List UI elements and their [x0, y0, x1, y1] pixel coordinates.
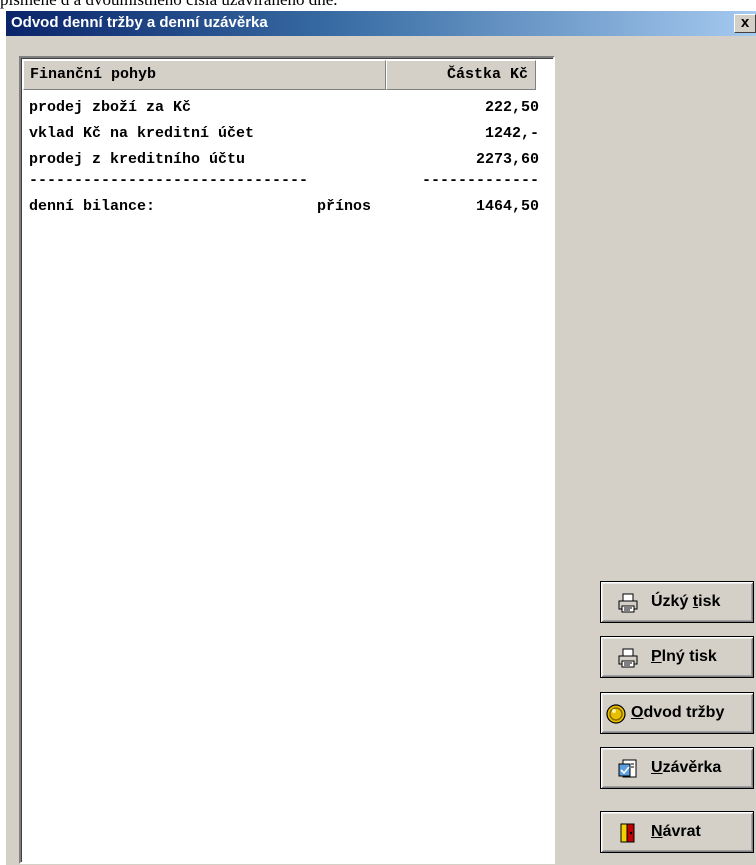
narrow-print-label: Úzký tisk	[651, 593, 721, 610]
return-button[interactable]: Návrat	[600, 811, 754, 853]
row-label: prodej z kreditního účtu	[29, 151, 246, 168]
dialog-window: Odvod denní tržby a denní uzávěrka x Fin…	[5, 10, 756, 865]
total-amount: 1464,50	[475, 198, 539, 215]
list-item[interactable]: prodej zboží za Kč 222,50	[29, 95, 549, 121]
document-icon	[617, 758, 639, 780]
financial-movements-list[interactable]: Finanční pohyb Částka Kč prodej zboží za…	[19, 56, 555, 864]
door-exit-icon	[617, 822, 639, 844]
narrow-print-button[interactable]: Úzký tisk	[600, 581, 754, 623]
row-label: vklad Kč na kreditní účet	[29, 125, 255, 142]
full-print-label: Plný tisk	[651, 648, 717, 665]
total-row[interactable]: denní bilance: přínos 1464,50	[29, 194, 549, 220]
list-rows: prodej zboží za Kč 222,50 vklad Kč na kr…	[29, 95, 549, 220]
row-label: prodej zboží za Kč	[29, 99, 192, 116]
row-amount: 2273,60	[475, 151, 539, 168]
row-amount: 1242,-	[484, 125, 539, 142]
printer-icon	[617, 647, 639, 669]
close-button[interactable]: x	[734, 14, 756, 33]
row-amount: 222,50	[484, 99, 539, 116]
separator-left: -------------------------------	[29, 172, 309, 189]
closing-button[interactable]: Uzávěrka	[600, 747, 754, 789]
coin-icon	[605, 703, 627, 725]
window-title: Odvod denní tržby a denní uzávěrka	[11, 14, 268, 31]
printer-icon	[617, 592, 639, 614]
list-item[interactable]: prodej z kreditního účtu 2273,60	[29, 147, 549, 173]
separator-right: -------------	[421, 172, 539, 189]
separator-row: ------------------------------- --------…	[29, 173, 549, 194]
return-label: Návrat	[651, 823, 701, 840]
title-bar[interactable]: Odvod denní tržby a denní uzávěrka x	[6, 11, 756, 36]
list-item[interactable]: vklad Kč na kreditní účet 1242,-	[29, 121, 549, 147]
total-note: přínos	[316, 198, 371, 215]
full-print-button[interactable]: Plný tisk	[600, 636, 754, 678]
column-header-movement[interactable]: Finanční pohyb	[23, 60, 386, 90]
closing-label: Uzávěrka	[651, 759, 722, 776]
total-label: denní bilance:	[29, 198, 156, 215]
column-header-amount[interactable]: Částka Kč	[386, 60, 536, 90]
revenue-transfer-button[interactable]: Odvod tržby	[600, 692, 754, 734]
list-header: Finanční pohyb Částka Kč	[23, 60, 553, 90]
revenue-transfer-label: Odvod tržby	[631, 704, 725, 721]
column-header-filler	[536, 60, 553, 90]
close-icon: x	[740, 14, 750, 31]
cut-off-document-text: písmene d a dvoumístného čísla uzavírané…	[0, 0, 756, 10]
